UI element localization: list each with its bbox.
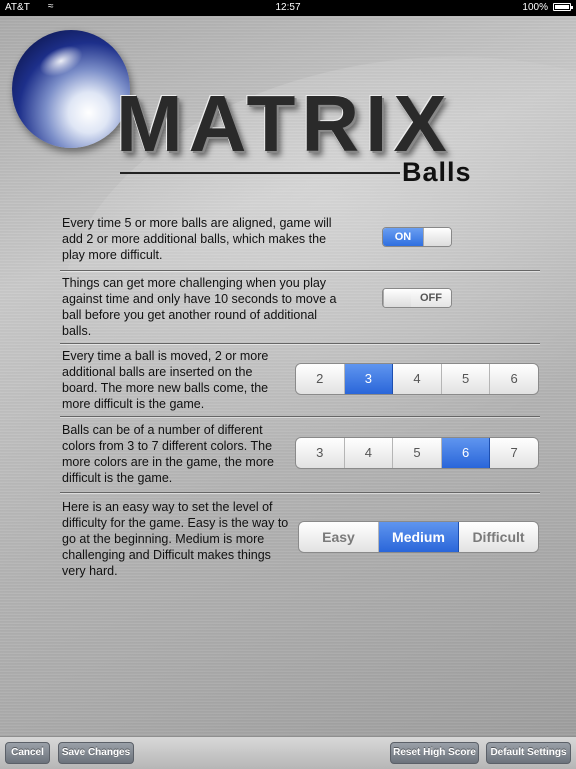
colors-option-7[interactable]: 7 (490, 438, 538, 468)
colors-selector[interactable]: 3 4 5 6 7 (295, 437, 539, 469)
time-limit-description: Things can get more challenging when you… (62, 276, 337, 338)
toggle-knob (423, 228, 451, 246)
bottom-toolbar: Cancel Save Changes Reset High Score Def… (0, 736, 576, 769)
divider (60, 343, 540, 344)
balls-option-6[interactable]: 6 (490, 364, 538, 394)
divider (60, 270, 540, 271)
difficulty-option-medium[interactable]: Medium (379, 522, 459, 552)
add-balls-description: Every time 5 or more balls are aligned, … (62, 216, 332, 262)
colors-option-6[interactable]: 6 (441, 438, 491, 468)
divider (60, 416, 540, 417)
toggle-knob (383, 289, 413, 307)
difficulty-option-difficult[interactable]: Difficult (459, 522, 538, 552)
difficulty-selector[interactable]: Easy Medium Difficult (298, 521, 539, 553)
balls-option-3[interactable]: 3 (344, 364, 394, 394)
balls-option-2[interactable]: 2 (296, 364, 345, 394)
divider (60, 492, 540, 493)
balls-per-move-description: Every time a ball is moved, 2 or more ad… (62, 349, 269, 411)
balls-per-move-selector[interactable]: 2 3 4 5 6 (295, 363, 539, 395)
reset-high-score-button[interactable]: Reset High Score (390, 742, 479, 764)
save-changes-button[interactable]: Save Changes (58, 742, 134, 764)
logo-subtitle: Balls (402, 157, 472, 187)
logo-underline (120, 172, 400, 174)
toggle-off-label: OFF (411, 289, 451, 307)
colors-option-5[interactable]: 5 (393, 438, 442, 468)
default-settings-button[interactable]: Default Settings (486, 742, 571, 764)
difficulty-description: Here is an easy way to set the level of … (62, 500, 289, 578)
toggle-on-label: ON (383, 228, 423, 246)
difficulty-option-easy[interactable]: Easy (299, 522, 379, 552)
clock: 12:57 (275, 2, 301, 13)
status-bar: AT&T ≈ 12:57 100% (0, 0, 576, 16)
balls-option-4[interactable]: 4 (393, 364, 442, 394)
add-balls-toggle[interactable]: ON (382, 227, 452, 247)
battery-icon (553, 3, 573, 11)
logo-ball-icon (12, 30, 130, 148)
battery-percent: 100% (522, 2, 548, 13)
colors-option-4[interactable]: 4 (344, 438, 394, 468)
cancel-button[interactable]: Cancel (5, 742, 50, 764)
logo-title: MATRIX (116, 79, 453, 168)
time-limit-toggle[interactable]: OFF (382, 288, 452, 308)
balls-option-5[interactable]: 5 (441, 364, 491, 394)
colors-description: Balls can be of a number of different co… (62, 423, 274, 485)
colors-option-3[interactable]: 3 (296, 438, 345, 468)
